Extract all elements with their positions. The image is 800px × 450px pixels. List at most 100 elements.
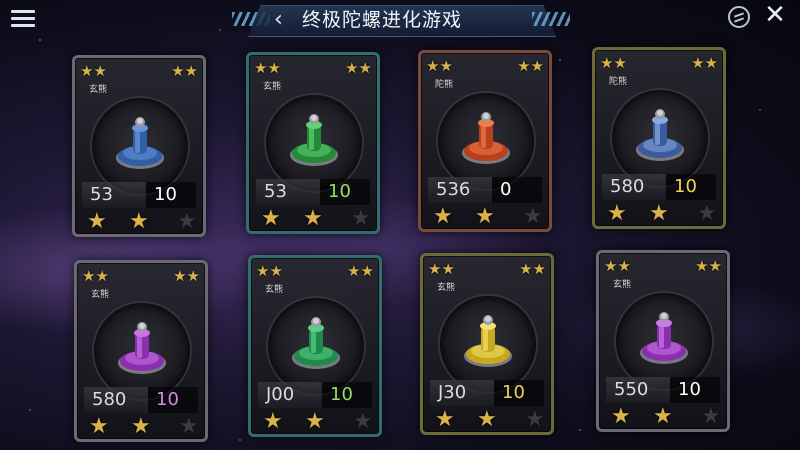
grade-stars: ★ ★ ★ xyxy=(427,205,545,229)
power-value: 580 xyxy=(602,174,666,200)
spinning-top-card[interactable]: ★★ ★★ 陀熊 536 0 ★ ★ ★ xyxy=(418,50,552,232)
star-empty-icon: ★ xyxy=(179,414,199,439)
stats-bar: 550 10 xyxy=(606,377,720,405)
spinning-top-icon xyxy=(292,317,340,369)
star-icon: ★ xyxy=(517,57,531,75)
rank-stars-left: ★★ xyxy=(80,61,107,80)
grade-stars: ★ ★ ★ xyxy=(605,405,723,429)
star-icon: ★ xyxy=(93,62,107,80)
rank-stars-right: ★★ xyxy=(695,256,722,275)
power-value: 53 xyxy=(82,182,146,208)
star-icon: ★ xyxy=(171,62,185,80)
grade-stars: ★ ★ ★ xyxy=(83,415,201,439)
close-icon[interactable]: ✕ xyxy=(762,2,788,28)
power-value: 550 xyxy=(606,377,670,403)
stats-bar: 53 10 xyxy=(256,179,370,207)
level-value: 10 xyxy=(148,387,198,413)
stats-bar: 53 10 xyxy=(82,182,196,210)
star-empty-icon: ★ xyxy=(351,206,371,231)
star-filled-icon: ★ xyxy=(129,209,149,234)
spinning-top-card[interactable]: ★★ ★★ 玄熊 550 10 ★ ★ ★ xyxy=(596,250,730,432)
top-display-disc xyxy=(440,296,536,392)
power-value: 53 xyxy=(256,179,320,205)
star-empty-icon: ★ xyxy=(701,404,721,429)
star-filled-icon: ★ xyxy=(433,204,453,229)
star-filled-icon: ★ xyxy=(649,201,669,226)
star-empty-icon: ★ xyxy=(353,409,373,434)
star-icon: ★ xyxy=(347,262,361,280)
grade-stars: ★ ★ ★ xyxy=(257,410,375,434)
star-icon: ★ xyxy=(256,262,270,280)
power-value: 580 xyxy=(84,387,148,413)
rank-stars-right: ★★ xyxy=(345,58,372,77)
spinning-top-icon xyxy=(640,312,688,364)
star-icon: ★ xyxy=(695,257,709,275)
spinning-top-icon xyxy=(290,114,338,166)
star-filled-icon: ★ xyxy=(475,204,495,229)
rank-stars-left: ★★ xyxy=(428,259,455,278)
header-right-stripes-decoration xyxy=(532,12,570,26)
spinning-top-card[interactable]: ★★ ★★ 玄熊 53 10 ★ ★ ★ xyxy=(246,52,380,234)
spinning-top-card[interactable]: ★★ ★★ 玄熊 J00 10 ★ ★ ★ xyxy=(248,255,382,437)
power-value: 536 xyxy=(428,177,492,203)
star-empty-icon: ★ xyxy=(525,407,545,432)
card-type-label: 玄熊 xyxy=(89,85,108,95)
spinning-top-icon xyxy=(464,315,512,367)
star-icon: ★ xyxy=(532,260,546,278)
star-empty-icon: ★ xyxy=(523,204,543,229)
stats-bar: J00 10 xyxy=(258,382,372,410)
spinning-top-card[interactable]: ★★ ★★ 陀熊 580 10 ★ ★ ★ xyxy=(592,47,726,229)
star-icon: ★ xyxy=(708,257,722,275)
grade-stars: ★ ★ ★ xyxy=(429,408,547,432)
star-icon: ★ xyxy=(441,260,455,278)
star-icon: ★ xyxy=(360,262,374,280)
star-icon: ★ xyxy=(600,54,614,72)
card-type-label: 玄熊 xyxy=(91,290,110,300)
level-value: 10 xyxy=(146,182,196,208)
stats-bar: J30 10 xyxy=(430,380,544,408)
star-icon: ★ xyxy=(613,54,627,72)
spinning-top-icon xyxy=(462,112,510,164)
card-type-label: 玄熊 xyxy=(613,280,632,290)
star-icon: ★ xyxy=(173,267,187,285)
level-value: 10 xyxy=(494,380,544,406)
grade-stars: ★ ★ ★ xyxy=(81,210,199,234)
spinning-top-card[interactable]: ★★ ★★ 玄熊 J30 10 ★ ★ ★ xyxy=(420,253,554,435)
star-filled-icon: ★ xyxy=(607,201,627,226)
level-value: 10 xyxy=(666,174,716,200)
planet-icon[interactable] xyxy=(728,6,750,28)
star-icon: ★ xyxy=(267,59,281,77)
star-icon: ★ xyxy=(269,262,283,280)
star-filled-icon: ★ xyxy=(305,409,325,434)
star-icon: ★ xyxy=(519,260,533,278)
top-display-disc xyxy=(612,90,708,186)
top-display-disc xyxy=(266,95,362,191)
back-chevron-icon[interactable]: ‹ xyxy=(274,7,292,33)
rank-stars-left: ★★ xyxy=(82,266,109,285)
card-type-label: 陀熊 xyxy=(435,80,454,90)
menu-icon[interactable] xyxy=(8,6,38,32)
spinning-top-card[interactable]: ★★ ★★ 玄熊 53 10 ★ ★ ★ xyxy=(72,55,206,237)
top-display-disc xyxy=(438,93,534,189)
power-value: J00 xyxy=(258,382,322,408)
star-filled-icon: ★ xyxy=(477,407,497,432)
rank-stars-right: ★★ xyxy=(517,56,544,75)
star-filled-icon: ★ xyxy=(89,414,109,439)
level-value: 10 xyxy=(320,179,370,205)
star-empty-icon: ★ xyxy=(177,209,197,234)
rank-stars-right: ★★ xyxy=(173,266,200,285)
star-empty-icon: ★ xyxy=(697,201,717,226)
star-icon: ★ xyxy=(358,59,372,77)
star-icon: ★ xyxy=(704,54,718,72)
card-type-label: 陀熊 xyxy=(609,77,628,87)
spinning-top-icon xyxy=(116,117,164,169)
star-icon: ★ xyxy=(428,260,442,278)
rank-stars-left: ★★ xyxy=(254,58,281,77)
header: ‹ 终极陀螺进化游戏 ✕ xyxy=(0,0,800,40)
power-value: J30 xyxy=(430,380,494,406)
spinning-top-card[interactable]: ★★ ★★ 玄熊 580 10 ★ ★ ★ xyxy=(74,260,208,442)
top-display-disc xyxy=(616,293,712,389)
star-icon: ★ xyxy=(426,57,440,75)
level-value: 10 xyxy=(670,377,720,403)
top-display-disc xyxy=(94,303,190,399)
